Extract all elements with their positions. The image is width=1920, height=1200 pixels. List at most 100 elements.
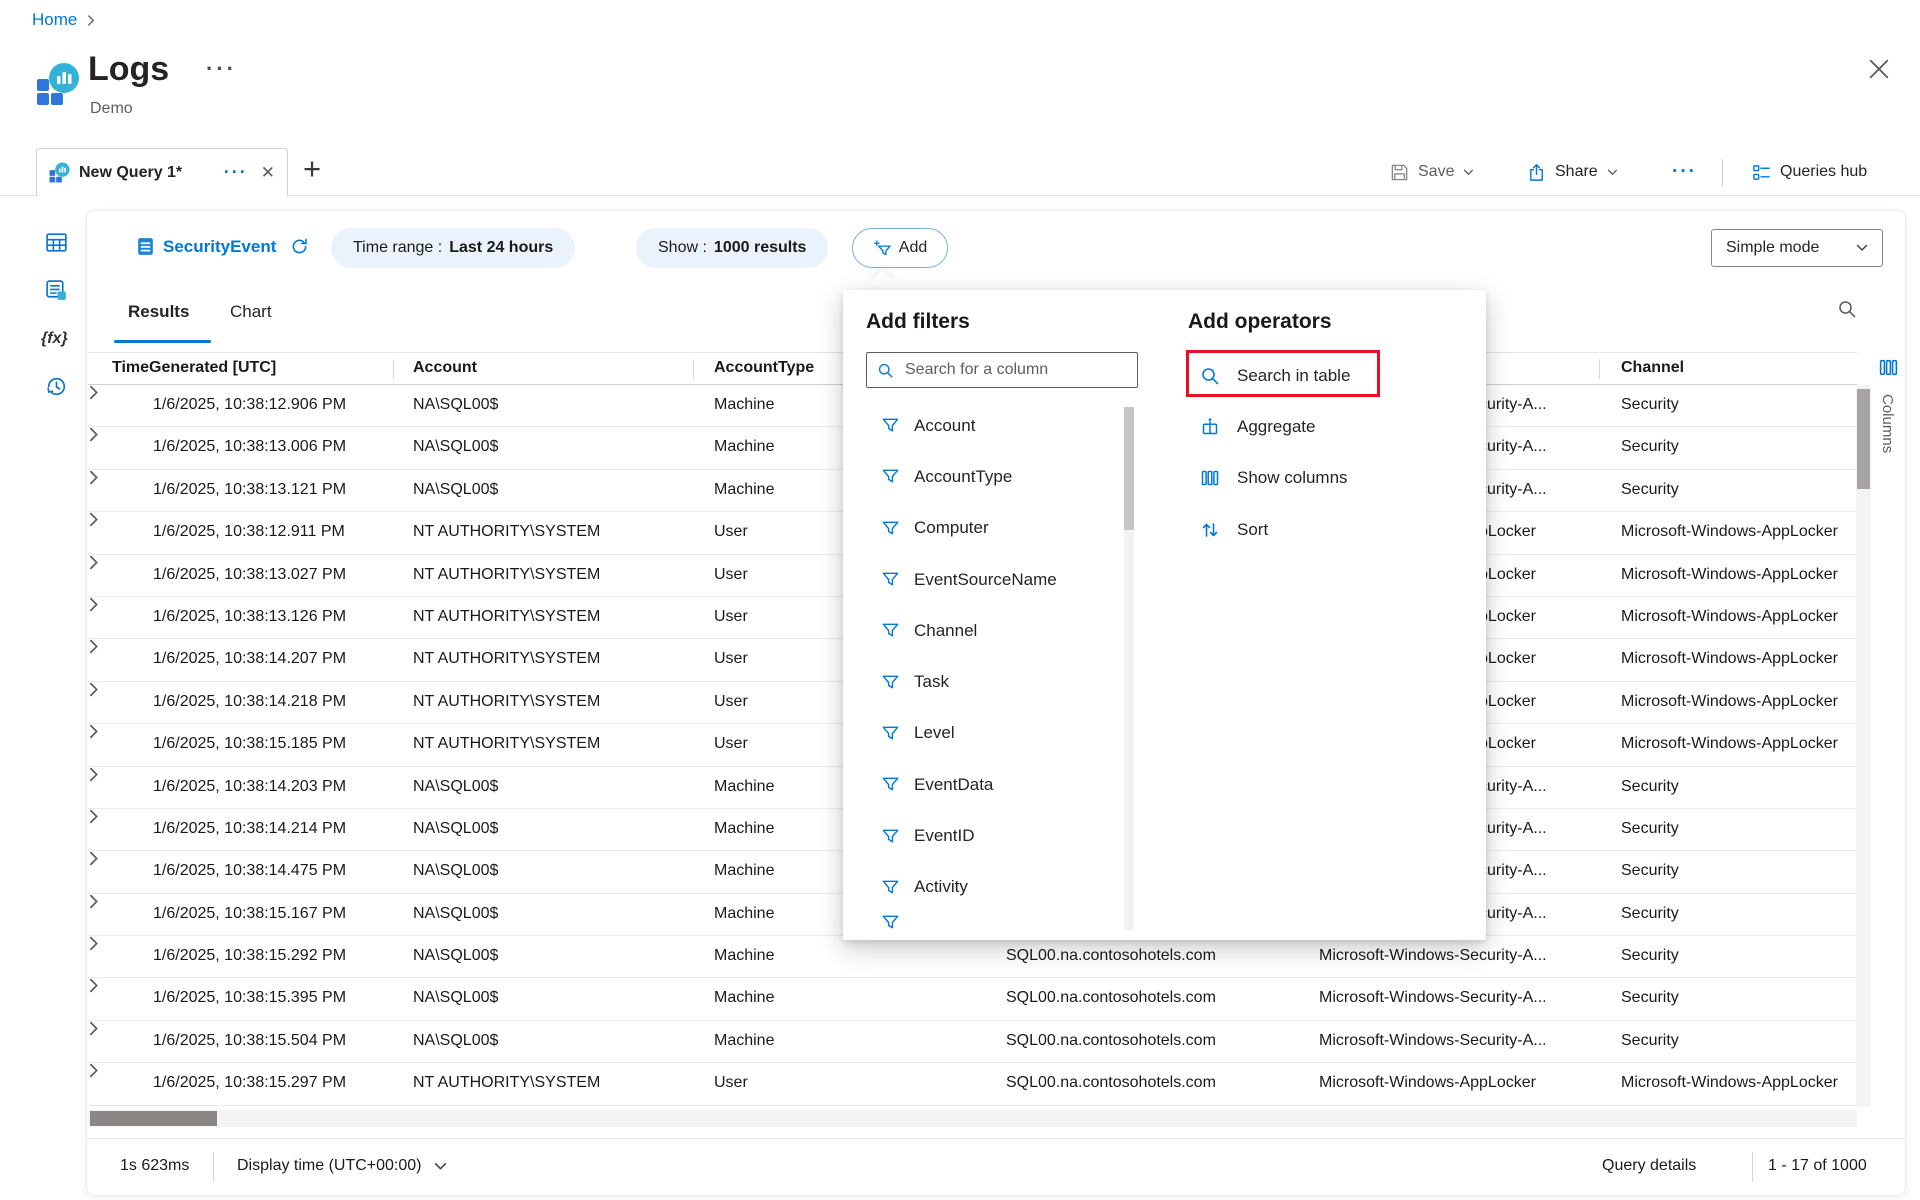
tables-pane-icon[interactable] <box>44 230 69 255</box>
cell-time: 1/6/2025, 10:38:13.126 PM <box>153 608 346 626</box>
row-expand-chevron[interactable] <box>88 555 99 570</box>
filter-item[interactable]: AccountType <box>843 451 1143 502</box>
mode-selector[interactable]: Simple mode <box>1711 229 1883 267</box>
filter-item[interactable]: Account <box>843 400 1143 451</box>
chevron-down-icon <box>1463 169 1474 176</box>
operator-search-in-table[interactable]: Search in table <box>1186 350 1472 401</box>
tab-chart[interactable]: Chart <box>230 302 272 322</box>
column-header-accounttype[interactable]: AccountType <box>714 359 814 377</box>
horizontal-scrollbar[interactable] <box>88 1110 1857 1127</box>
tab-results[interactable]: Results <box>128 302 189 322</box>
filter-list-scrollbar[interactable] <box>1124 407 1134 930</box>
cell-eventsourcename: Microsoft-Windows-AppLocker <box>1319 1074 1536 1092</box>
columns-pane-toggle[interactable]: Columns <box>1874 352 1905 1107</box>
row-expand-chevron[interactable] <box>88 470 99 485</box>
cell-channel: Security <box>1621 396 1679 414</box>
search-icon <box>877 362 894 379</box>
row-expand-chevron[interactable] <box>88 385 99 400</box>
cell-computer: SQL00.na.contosohotels.com <box>1006 1032 1216 1050</box>
cell-accounttype: Machine <box>714 947 774 965</box>
column-header-timegenerated[interactable]: TimeGenerated [UTC] <box>112 359 276 377</box>
row-expand-chevron[interactable] <box>88 894 99 909</box>
time-range-pill[interactable]: Time range : Last 24 hours <box>331 228 575 268</box>
cell-eventsourcename: Microsoft-Windows-Security-A... <box>1319 989 1547 1007</box>
filter-item[interactable]: EventData <box>843 759 1143 810</box>
row-expand-chevron[interactable] <box>88 682 99 697</box>
filter-item[interactable]: Task <box>843 656 1143 707</box>
filter-item-label: Level <box>914 723 955 743</box>
column-header-channel[interactable]: Channel <box>1621 359 1684 377</box>
row-expand-chevron[interactable] <box>88 978 99 993</box>
filter-item[interactable]: EventID <box>843 810 1143 861</box>
cell-accounttype: Machine <box>714 905 774 923</box>
refresh-icon[interactable] <box>290 237 309 256</box>
vertical-scrollbar[interactable] <box>1856 385 1871 1107</box>
column-header-account[interactable]: Account <box>413 359 477 377</box>
row-expand-chevron[interactable] <box>88 1063 99 1078</box>
row-expand-chevron[interactable] <box>88 724 99 739</box>
filter-item[interactable]: Level <box>843 708 1143 759</box>
toolbar-divider <box>1722 159 1723 186</box>
filter-list-scrollbar-thumb[interactable] <box>1124 407 1134 530</box>
breadcrumb-home-link[interactable]: Home <box>32 10 77 30</box>
chevron-right-icon <box>87 14 96 27</box>
save-button[interactable]: Save <box>1390 148 1474 196</box>
toolbar-more-menu[interactable]: ··· <box>1672 148 1697 196</box>
row-expand-chevron[interactable] <box>88 427 99 442</box>
operator-aggregate[interactable]: Aggregate <box>1186 401 1472 452</box>
cell-accounttype: Machine <box>714 481 774 499</box>
table-row[interactable]: 1/6/2025, 10:38:15.297 PM NT AUTHORITY\S… <box>88 1063 1857 1105</box>
cell-time: 1/6/2025, 10:38:15.185 PM <box>153 735 346 753</box>
tab-close-icon[interactable]: ✕ <box>257 163 275 183</box>
row-expand-chevron[interactable] <box>88 512 99 527</box>
filter-item[interactable]: Computer <box>843 503 1143 554</box>
cell-channel: Microsoft-Windows-AppLocker <box>1621 650 1838 668</box>
tab-more-menu[interactable]: ··· <box>224 162 248 183</box>
queries-pane-icon[interactable] <box>44 278 69 303</box>
horizontal-scrollbar-thumb[interactable] <box>90 1111 217 1126</box>
query-history-icon[interactable] <box>44 374 69 399</box>
row-expand-chevron[interactable] <box>88 767 99 782</box>
vertical-scrollbar-thumb[interactable] <box>1857 389 1870 489</box>
cell-time: 1/6/2025, 10:38:12.911 PM <box>153 523 345 541</box>
tab-new-query[interactable]: New Query 1* ··· ✕ <box>36 148 288 197</box>
share-icon <box>1527 163 1546 182</box>
row-expand-chevron[interactable] <box>88 936 99 951</box>
row-expand-chevron[interactable] <box>88 851 99 866</box>
operator-sort[interactable]: Sort <box>1186 504 1472 555</box>
functions-pane-icon[interactable]: {fx} <box>41 330 68 348</box>
new-tab-button[interactable]: + <box>303 151 321 187</box>
queries-hub-button[interactable]: Queries hub <box>1752 148 1867 196</box>
cell-account: NA\SQL00$ <box>413 778 498 796</box>
funnel-icon <box>881 724 900 743</box>
cell-accounttype: Machine <box>714 396 774 414</box>
operator-show-columns[interactable]: Show columns <box>1186 453 1472 504</box>
row-expand-chevron[interactable] <box>88 809 99 824</box>
table-row[interactable]: 1/6/2025, 10:38:15.504 PM NA\SQL00$ Mach… <box>88 1021 1857 1063</box>
workspace-name: Demo <box>90 100 133 118</box>
cell-time: 1/6/2025, 10:38:14.203 PM <box>153 778 346 796</box>
logs-app-icon <box>36 62 80 106</box>
filter-item[interactable]: EventSourceName <box>843 554 1143 605</box>
filter-item[interactable]: Activity <box>843 862 1143 913</box>
display-time-selector[interactable]: Display time (UTC+00:00) <box>237 1157 447 1175</box>
close-icon[interactable] <box>1868 58 1890 80</box>
row-expand-chevron[interactable] <box>88 1021 99 1036</box>
page-context-menu[interactable]: ··· <box>206 56 237 82</box>
share-button[interactable]: Share <box>1527 148 1618 196</box>
column-search-box[interactable] <box>866 352 1138 388</box>
column-search-input[interactable] <box>903 360 1107 380</box>
show-results-pill[interactable]: Show : 1000 results <box>636 228 828 268</box>
filter-item[interactable]: Channel <box>843 605 1143 656</box>
query-duration: 1s 623ms <box>120 1157 189 1175</box>
row-expand-chevron[interactable] <box>88 597 99 612</box>
query-details-link[interactable]: Query details <box>1602 1157 1696 1175</box>
table-row[interactable]: 1/6/2025, 10:38:15.395 PM NA\SQL00$ Mach… <box>88 978 1857 1020</box>
filter-item-label: Channel <box>914 621 977 641</box>
selected-table-name[interactable]: SecurityEvent <box>163 237 276 257</box>
table-row[interactable]: 1/6/2025, 10:38:15.292 PM NA\SQL00$ Mach… <box>88 936 1857 978</box>
add-button[interactable]: Add <box>852 228 948 268</box>
table-icon <box>135 236 156 257</box>
search-results-icon[interactable] <box>1837 299 1857 319</box>
row-expand-chevron[interactable] <box>88 639 99 654</box>
